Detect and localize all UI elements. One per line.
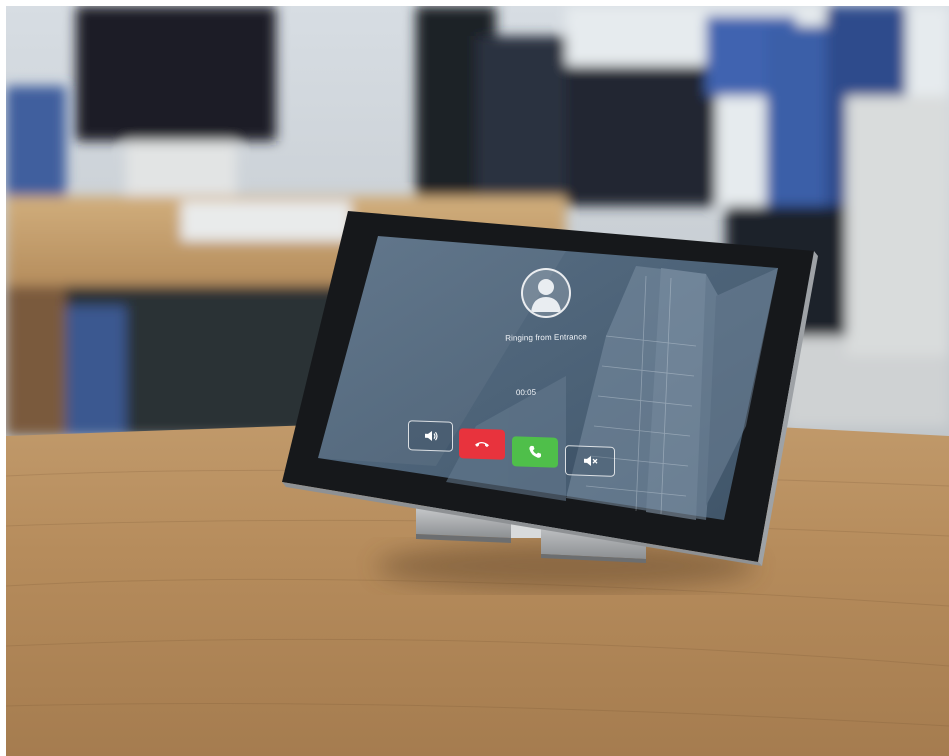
answer-button[interactable] <box>512 436 558 468</box>
photo: Ringing from Entrance 00:05 <box>6 6 949 756</box>
phone-hangup-icon <box>475 442 489 448</box>
mute-button[interactable] <box>565 445 615 477</box>
speaker-button[interactable] <box>408 420 453 452</box>
caller-avatar <box>521 268 571 318</box>
speaker-mute-icon <box>584 456 598 467</box>
tablet-screen-ui: Ringing from Entrance 00:05 <box>6 6 949 756</box>
caller-label: Ringing from Entrance <box>505 332 587 343</box>
call-timer: 00:05 <box>515 387 537 398</box>
speaker-icon <box>424 431 438 442</box>
hangup-button[interactable] <box>459 428 505 460</box>
phone-answer-icon <box>529 445 541 458</box>
person-icon <box>531 279 561 312</box>
